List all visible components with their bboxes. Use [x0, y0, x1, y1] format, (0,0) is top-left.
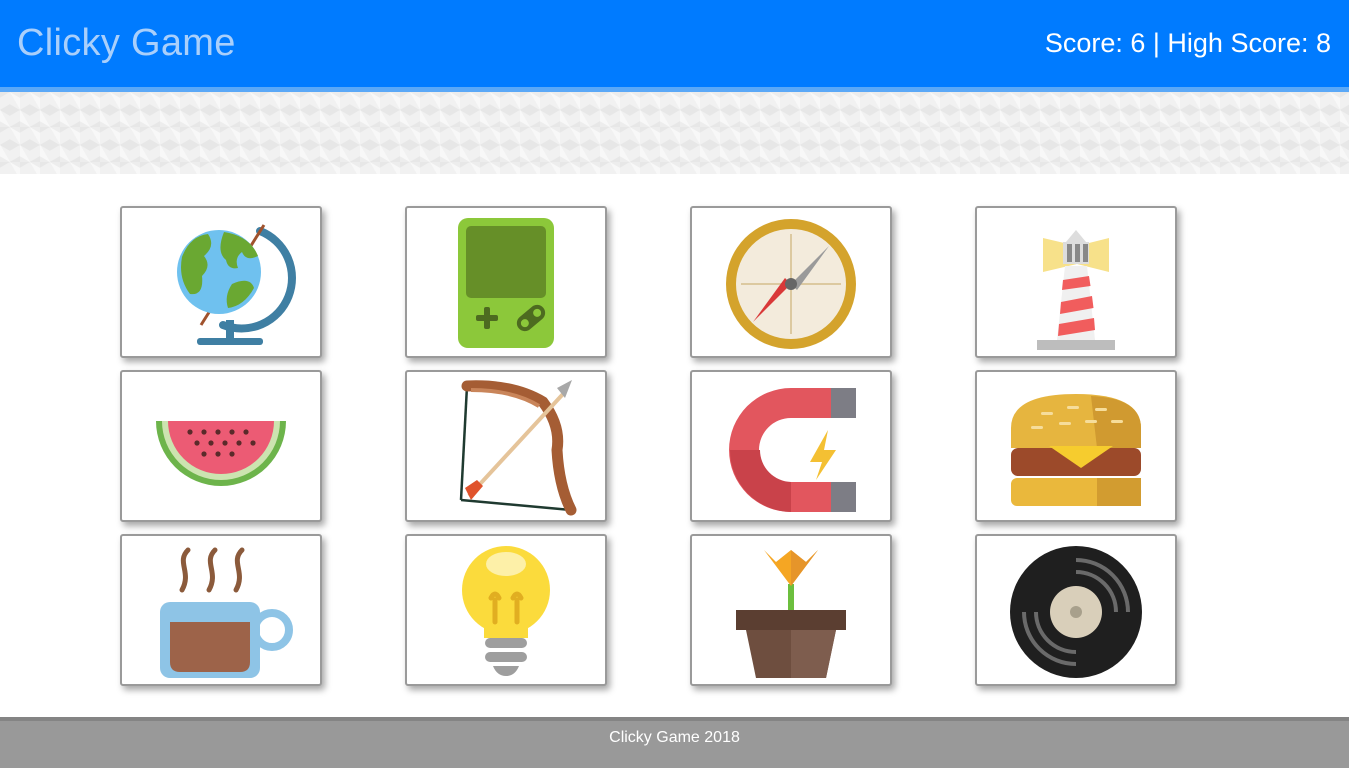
game-card[interactable] [120, 534, 322, 686]
footer-text: Clicky Game 2018 [609, 729, 740, 746]
score-display: Score: 6 | High Score: 8 [1044, 28, 1331, 58]
pattern-banner [0, 92, 1349, 174]
game-card[interactable] [120, 370, 322, 522]
navbar: Clicky Game Score: 6 | High Score: 8 [0, 0, 1349, 87]
game-card[interactable] [975, 206, 1177, 358]
handheld-game-console-icon [458, 218, 554, 348]
bow-and-arrow-icon [459, 380, 577, 516]
game-card[interactable] [690, 206, 892, 358]
game-card[interactable] [405, 370, 607, 522]
light-bulb-icon [462, 546, 550, 676]
game-card[interactable] [120, 206, 322, 358]
watermelon-icon [156, 421, 286, 486]
footer: Clicky Game 2018 [0, 717, 1349, 768]
flower-pot-icon [736, 550, 846, 678]
game-card[interactable] [975, 534, 1177, 686]
lighthouse-icon [1037, 230, 1115, 350]
hamburger-icon [1011, 394, 1141, 506]
game-card[interactable] [690, 534, 892, 686]
compass-icon [726, 219, 856, 349]
vinyl-record-icon [1010, 546, 1142, 678]
coffee-cup-icon [160, 547, 293, 678]
brand-title[interactable]: Clicky Game [17, 22, 236, 65]
game-card[interactable] [975, 370, 1177, 522]
game-card[interactable] [405, 534, 607, 686]
game-card[interactable] [690, 370, 892, 522]
globe-icon [177, 224, 296, 345]
magnet-icon [729, 388, 856, 512]
game-card[interactable] [405, 206, 607, 358]
